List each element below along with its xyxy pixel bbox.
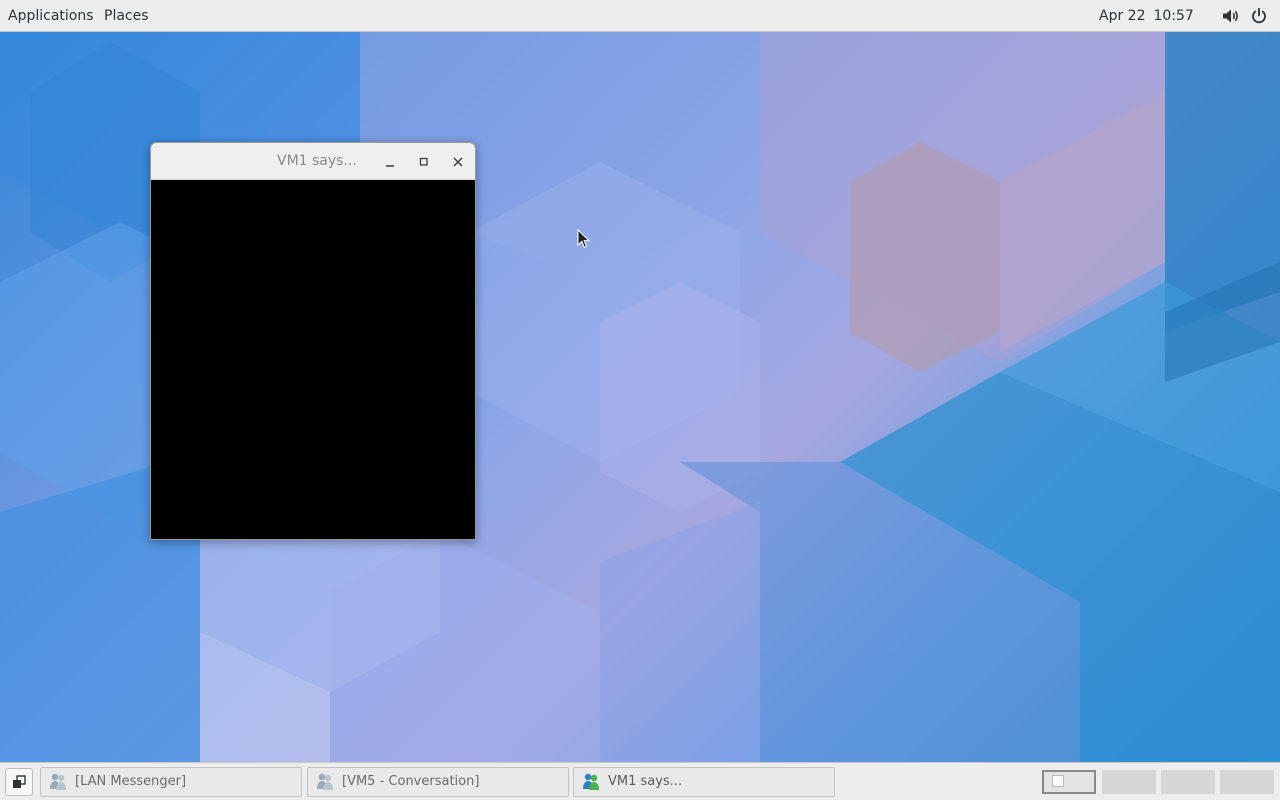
workspace-2[interactable]: [1102, 770, 1156, 794]
window-titlebar[interactable]: VM1 says...: [151, 143, 475, 180]
lan-messenger-icon: [50, 773, 66, 790]
taskbar-item-label: [LAN Messenger]: [75, 774, 187, 789]
bottom-panel: [LAN Messenger] [VM5 - Conversation] VM1…: [0, 762, 1280, 800]
taskbar-item-label: VM1 says...: [608, 774, 683, 789]
mouse-cursor-icon: [577, 229, 591, 249]
taskbar-item-vm1-says[interactable]: VM1 says...: [573, 767, 835, 797]
maximize-icon[interactable]: [416, 154, 432, 170]
minimize-icon[interactable]: [382, 154, 398, 170]
window-content-area[interactable]: [151, 180, 475, 539]
clock-date: Apr 22: [1099, 8, 1146, 24]
volume-icon[interactable]: [1221, 7, 1239, 25]
clock[interactable]: Apr 22 10:57: [1099, 0, 1194, 32]
clock-time: 10:57: [1153, 8, 1194, 24]
workspace-4[interactable]: [1220, 770, 1274, 794]
workspace-window-thumbnail: [1052, 775, 1064, 787]
places-menu[interactable]: Places: [104, 0, 149, 32]
lan-messenger-icon: [317, 773, 333, 790]
lan-messenger-icon: [583, 773, 599, 790]
show-desktop-button[interactable]: [5, 768, 33, 796]
taskbar-item-vm5-conversation[interactable]: [VM5 - Conversation]: [307, 767, 569, 797]
workspace-1[interactable]: [1042, 770, 1096, 794]
close-icon[interactable]: [450, 154, 466, 170]
vm1-says-window[interactable]: VM1 says...: [150, 142, 476, 540]
applications-menu[interactable]: Applications: [8, 0, 94, 32]
power-icon[interactable]: [1250, 7, 1268, 25]
taskbar-item-label: [VM5 - Conversation]: [342, 774, 480, 789]
taskbar-item-lan-messenger[interactable]: [LAN Messenger]: [40, 767, 302, 797]
top-panel: Applications Places Apr 22 10:57: [0, 0, 1280, 32]
workspace-3[interactable]: [1161, 770, 1215, 794]
show-desktop-icon: [13, 775, 26, 788]
window-title: VM1 says...: [277, 153, 357, 169]
